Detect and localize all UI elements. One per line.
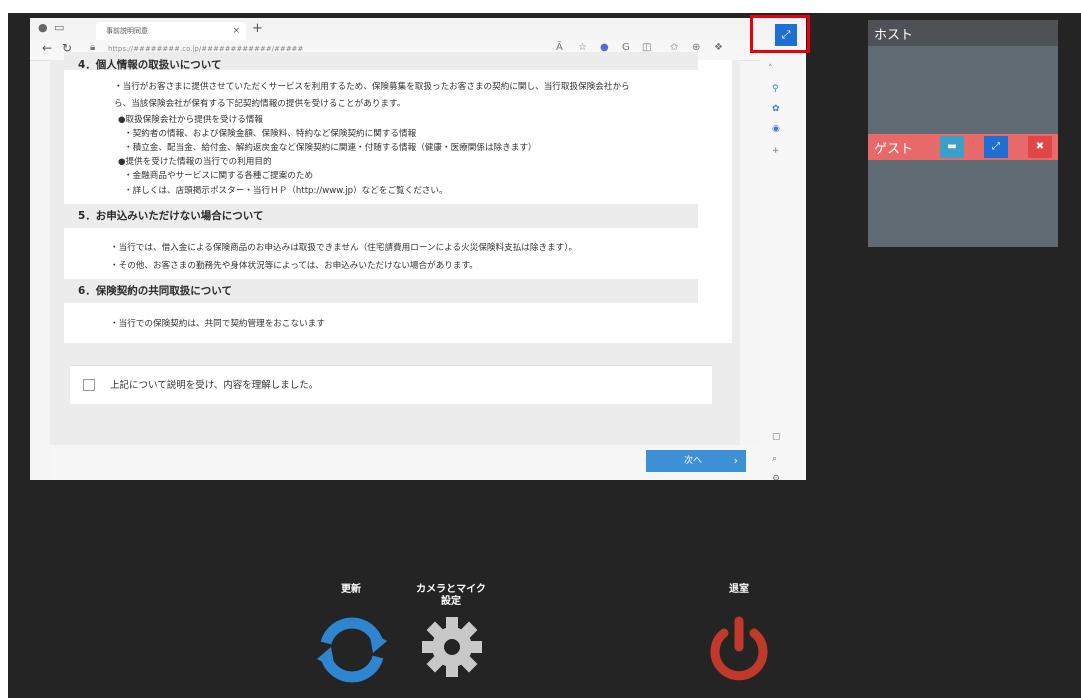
refresh-button[interactable] (312, 615, 392, 689)
expand-highlight: ⤢ (750, 15, 810, 53)
bullet-2a: ・金融商品やサービスに関する各種ご提案のため (124, 171, 314, 181)
next-label: 次へ (684, 456, 703, 466)
confirm-checkbox[interactable] (83, 379, 95, 391)
bullet-1a: ・契約者の情報、および保険金額、保険料、特約など保険契約に関する情報 (124, 129, 417, 139)
next-arrow-icon: › (733, 454, 738, 467)
camera-mic-label-line1: カメラとマイク (416, 584, 486, 595)
refresh-label: 更新 (341, 584, 361, 595)
browser-tab-bar: ● ▭ 事前説明同意 × + (30, 18, 806, 40)
bullet-2b: ・詳しくは、店頭掲示ポスター・当行ＨＰ（http://www.jp）などをご覧く… (124, 186, 448, 196)
leave-label: 退室 (729, 584, 749, 595)
host-video (868, 46, 1058, 134)
screenshot-icon[interactable]: ⌕ (772, 454, 777, 464)
expand-shared-screen-button[interactable]: ⤢ (775, 24, 797, 46)
guest-close-button[interactable]: ✖ (1028, 136, 1052, 158)
camera-mic-label: カメラとマイク 設定 (406, 584, 496, 608)
refresh-icon (317, 617, 387, 683)
section-4-heading: 4．個人情報の取扱いについて (64, 52, 698, 71)
back-icon[interactable]: ← (42, 41, 52, 55)
gear-icon (422, 617, 482, 677)
confirm-row[interactable]: 上記について説明を受け、内容を理解しました。 (70, 365, 712, 404)
section-5-line-1: ・当行では、借入金による保険商品のお申込みは取扱できません（住宅請費用ローンによ… (110, 243, 578, 253)
next-button[interactable]: 次へ › (646, 450, 746, 472)
host-title: ホスト (874, 28, 914, 43)
search-icon[interactable]: ⚲ (772, 84, 779, 94)
confirm-label: 上記について説明を受け、内容を理解しました。 (110, 380, 319, 391)
host-panel-header: ホスト (868, 20, 1058, 46)
bullet-1b: ・積立金、配当金、給付金、解約返戻金など保険契約に関連・付随する情報（健康・医療… (124, 143, 537, 153)
profile-icon[interactable]: ● (38, 21, 48, 34)
intro-line-1: ・当行がお客さまに提供させていただくサービスを利用するため、保険募集を取扱ったお… (114, 82, 630, 92)
guest-title: ゲスト (874, 142, 914, 157)
bullet-1: ●取扱保険会社から提供を受ける情報 (118, 115, 263, 125)
leave-button[interactable] (699, 615, 779, 689)
document-panel: 4．個人情報の取扱いについて ・当行がお客さまに提供させていただくサービスを利用… (64, 52, 732, 343)
section-5-line-2: ・その他、お客さまの勤務先や身体状況等によっては、お申込みいただけない場合があり… (110, 261, 478, 271)
tab-close-icon[interactable]: × (232, 22, 240, 40)
settings-gear-icon[interactable]: ⚙ (772, 474, 780, 480)
section-5-heading: 5．お申込みいただけない場合について (64, 204, 698, 228)
section-6-heading: 6．保険契約の共同取扱について (64, 279, 698, 303)
add-sidebar-icon[interactable]: + (772, 146, 780, 156)
extensions-puzzle-icon[interactable]: ❖ (714, 42, 723, 53)
scroll-up-icon[interactable]: ˄ (768, 64, 773, 74)
workspaces-icon[interactable]: ▭ (54, 21, 64, 34)
video-call-stage: ● ▭ 事前説明同意 × + ← ↻ 🔒︎ https://########.c… (8, 13, 1081, 698)
power-icon (710, 616, 768, 681)
new-tab-button[interactable]: + (252, 21, 263, 36)
browser-sidebar: ˄ ⚲ ✿ ◉ + ▢ ⌕ ⚙ (760, 60, 806, 480)
browser-tab[interactable]: 事前説明同意 × (96, 22, 246, 40)
guest-minimize-button[interactable]: ▬ (940, 136, 964, 158)
camera-mic-settings-button[interactable] (412, 615, 492, 683)
page-footer-bar: 次へ › (50, 445, 760, 480)
bullet-2: ●提供を受けた情報の当行での利用目的 (118, 157, 272, 167)
outlook-icon[interactable]: ◉ (772, 124, 780, 134)
intro-line-2: ら、当該保険会社が保有する下記契約情報の提供を受けることがあります。 (114, 99, 406, 109)
section-6-line-1: ・当行での保険契約は、共同で契約管理をおこないます (110, 319, 325, 329)
copilot-icon[interactable]: ✿ (772, 104, 780, 114)
sidebar-toggle-icon[interactable]: ▢ (772, 432, 781, 442)
guest-video (868, 160, 1058, 247)
shared-screen: ● ▭ 事前説明同意 × + ← ↻ 🔒︎ https://########.c… (30, 18, 806, 480)
camera-mic-label-line2: 設定 (441, 596, 461, 607)
guest-expand-button[interactable]: ⤢ (984, 136, 1008, 158)
guest-panel-header: ゲスト ▬ ⤢ ✖ (868, 134, 1058, 160)
tab-title: 事前説明同意 (106, 27, 148, 35)
